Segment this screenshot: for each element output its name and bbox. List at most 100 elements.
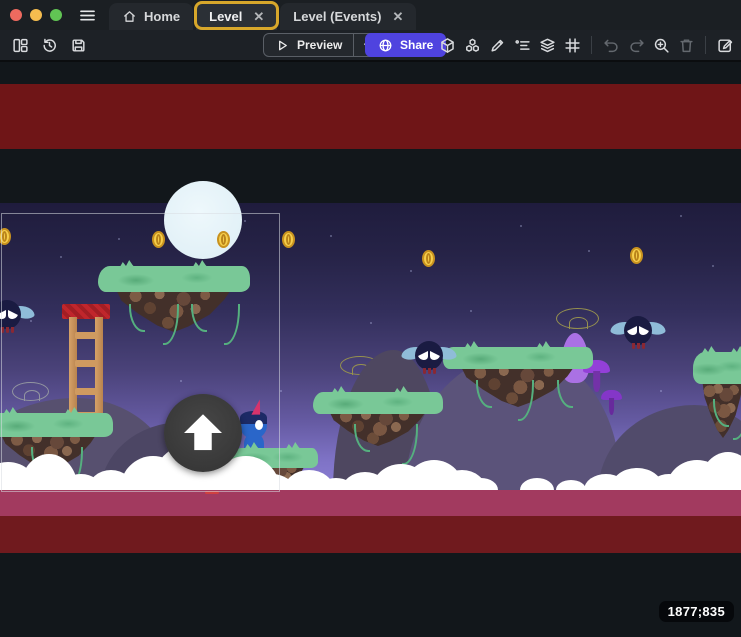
bat-foot — [637, 343, 640, 349]
save-button[interactable] — [66, 33, 90, 57]
pencil-button[interactable] — [485, 33, 509, 57]
globe-icon — [378, 38, 393, 53]
vine — [557, 380, 573, 408]
tab-close-button[interactable]: ✕ — [253, 10, 264, 23]
jump-touch-button[interactable] — [164, 394, 242, 472]
vine — [354, 424, 370, 452]
traffic-light-minimize[interactable] — [30, 9, 42, 21]
tab-close-button[interactable]: ✕ — [392, 10, 403, 23]
traffic-light-close[interactable] — [10, 9, 22, 21]
object-group-button[interactable] — [460, 33, 484, 57]
bat-foot — [642, 343, 645, 349]
vine — [476, 380, 492, 408]
undo-icon — [603, 37, 620, 54]
title-bar: Home Level ✕ Level (Events) ✕ — [0, 0, 741, 31]
globe-icon — [378, 38, 393, 53]
pink-ground-band — [0, 490, 741, 516]
dark-red-ground-band — [0, 516, 741, 553]
toolbar: Preview Share — [0, 30, 741, 62]
grass-island-platform[interactable] — [698, 352, 741, 444]
star — [470, 310, 472, 312]
cursor-coordinates-badge: 1877;835 — [659, 601, 734, 622]
star — [680, 215, 682, 217]
share-button-label: Share — [400, 38, 433, 52]
redo-icon — [628, 37, 645, 54]
traffic-light-zoom[interactable] — [50, 9, 62, 21]
star — [370, 322, 372, 324]
zoom-in-icon — [653, 37, 670, 54]
home-icon — [122, 9, 137, 24]
purple-mushroom[interactable] — [601, 390, 622, 417]
tab-label: Level — [209, 9, 242, 24]
platform-grass — [313, 392, 443, 414]
up-arrow-icon — [184, 414, 222, 450]
play-icon — [275, 38, 290, 53]
hill-outline-decor — [556, 308, 599, 329]
cube-icon — [439, 37, 456, 54]
layers-button[interactable] — [535, 33, 559, 57]
traffic-lights — [0, 9, 70, 21]
platform-grass — [693, 352, 741, 384]
grid-icon — [564, 37, 581, 54]
toolbar-right-group — [435, 33, 737, 57]
star — [280, 390, 282, 392]
coin[interactable] — [422, 250, 435, 267]
scene-editor-canvas[interactable] — [0, 60, 741, 637]
coin[interactable] — [630, 247, 643, 264]
star — [520, 225, 522, 227]
save-icon — [70, 37, 87, 54]
zoom-in-button[interactable] — [649, 33, 673, 57]
star — [712, 265, 714, 267]
trash-icon — [678, 37, 695, 54]
grass-island-platform[interactable] — [318, 392, 438, 452]
trash-button[interactable] — [674, 33, 698, 57]
redo-button[interactable] — [624, 33, 648, 57]
grass-island-platform[interactable] — [448, 347, 588, 413]
instance-list-icon — [514, 37, 531, 54]
mushroom-stem — [609, 398, 615, 415]
tab-level-events[interactable]: Level (Events) ✕ — [280, 3, 416, 30]
hamburger-icon — [78, 6, 97, 25]
star — [330, 235, 332, 237]
history-icon — [41, 37, 58, 54]
panels-icon — [12, 37, 29, 54]
play-icon — [275, 38, 290, 53]
bat-foot — [433, 368, 436, 374]
toolbar-left-group — [8, 33, 90, 57]
bat-foot — [423, 368, 426, 374]
toolbar-divider — [591, 36, 592, 54]
pencil-icon — [489, 37, 506, 54]
bat-foot — [428, 368, 431, 374]
object-group-icon — [464, 37, 481, 54]
top-red-band — [0, 84, 741, 149]
preview-button[interactable]: Preview — [264, 34, 353, 56]
history-button[interactable] — [37, 33, 61, 57]
platform-grass — [443, 347, 593, 369]
coin[interactable] — [282, 231, 295, 248]
bat-foot — [632, 343, 635, 349]
hamburger-menu-button[interactable] — [78, 6, 97, 25]
cube-button[interactable] — [435, 33, 459, 57]
toolbar-divider — [705, 36, 706, 54]
tab-label: Home — [144, 9, 180, 24]
layers-icon — [539, 37, 556, 54]
tab-home[interactable]: Home — [109, 3, 193, 30]
mushroom-stem — [593, 371, 601, 392]
tab-level[interactable]: Level ✕ — [196, 3, 277, 30]
star — [410, 270, 412, 272]
preview-button-label: Preview — [297, 38, 342, 52]
panels-button[interactable] — [8, 33, 32, 57]
edit-scene-icon — [717, 37, 734, 54]
bat-enemy[interactable] — [611, 316, 665, 350]
camera-frame — [1, 213, 280, 492]
undo-button[interactable] — [599, 33, 623, 57]
bat-enemy[interactable] — [402, 341, 456, 375]
tab-strip: Home Level ✕ Level (Events) ✕ — [109, 0, 416, 30]
star — [660, 390, 662, 392]
edit-scene-button[interactable] — [713, 33, 737, 57]
tab-label: Level (Events) — [293, 9, 381, 24]
star — [588, 250, 590, 252]
instance-list-button[interactable] — [510, 33, 534, 57]
grid-button[interactable] — [560, 33, 584, 57]
vine — [733, 399, 741, 440]
